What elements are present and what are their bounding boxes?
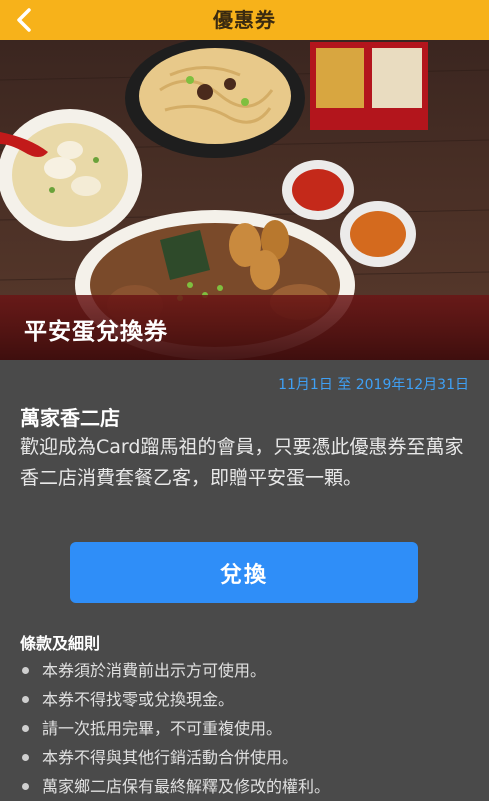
terms-item: 請一次抵用完畢，不可重複使用。 xyxy=(20,714,480,743)
redeem-button[interactable]: 兌換 xyxy=(70,542,418,603)
validity-date-range: 11月1日 至 2019年12月31日 xyxy=(278,377,469,393)
terms-item: 本券不得找零或兌換現金。 xyxy=(20,685,480,714)
top-bar: 優惠券 xyxy=(0,0,489,40)
terms-item: 本券須於消費前出示方可使用。 xyxy=(20,656,480,685)
store-name: 萬家香二店 xyxy=(20,406,120,430)
terms-item: 萬家鄉二店保有最終解釋及修改的權利。 xyxy=(20,772,480,801)
terms-item: 本券不得與其他行銷活動合併使用。 xyxy=(20,743,480,772)
terms-list: 本券須於消費前出示方可使用。 本券不得找零或兌換現金。 請一次抵用完畢，不可重複… xyxy=(20,656,480,801)
coupon-title: 平安蛋兌換券 xyxy=(24,319,168,345)
coupon-description: 歡迎成為Card蹓馬祖的會員，只要憑此優惠券至萬家香二店消費套餐乙客，即贈平安蛋… xyxy=(20,436,464,489)
terms-heading: 條款及細則 xyxy=(20,634,101,653)
page-title: 優惠券 xyxy=(213,8,276,32)
